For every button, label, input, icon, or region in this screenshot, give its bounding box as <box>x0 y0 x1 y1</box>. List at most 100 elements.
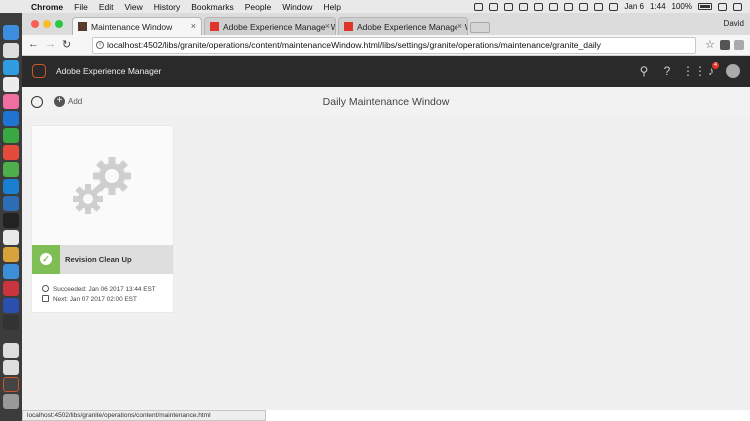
action-bar: + Add Daily Maintenance Window <box>22 87 750 117</box>
dropbox-icon[interactable] <box>489 2 499 11</box>
notification-count-badge: 4 <box>712 62 719 69</box>
card-title-bar: ✓ Revision Clean Up <box>32 245 173 274</box>
screen-record-icon[interactable] <box>474 2 484 11</box>
close-tab-icon[interactable]: × <box>456 21 462 31</box>
messages-icon[interactable] <box>3 128 19 143</box>
app-icon[interactable] <box>3 179 19 194</box>
menu-bookmarks[interactable]: Bookmarks <box>191 2 234 12</box>
menubar-status-area: Jan 6 1:44 100% <box>474 0 742 13</box>
menu-file[interactable]: File <box>74 2 88 12</box>
zoom-window-icon[interactable] <box>55 20 63 28</box>
mac-menubar: Chrome File Edit View History Bookmarks … <box>0 0 750 13</box>
close-tab-icon[interactable]: × <box>324 21 330 31</box>
trash-icon[interactable] <box>3 394 19 409</box>
aem-favicon-icon <box>78 22 87 31</box>
tab-title: Maintenance Window <box>91 22 173 32</box>
textedit-icon[interactable] <box>3 230 19 245</box>
user-icon[interactable] <box>609 2 619 11</box>
app-icon[interactable] <box>3 298 19 313</box>
help-icon[interactable]: ? <box>660 64 674 78</box>
succeeded-info: Succeeded: Jan 06 2017 13:44 EST <box>42 285 156 293</box>
url-text: localhost:4502/libs/granite/operations/c… <box>107 40 601 50</box>
menu-app[interactable]: Chrome <box>31 2 63 12</box>
adobe-favicon-icon <box>344 22 353 31</box>
calendar-icon[interactable] <box>3 77 19 92</box>
back-arrow-icon[interactable]: ← <box>28 38 39 50</box>
launchpad-icon[interactable] <box>3 43 19 58</box>
terminal-icon[interactable] <box>3 213 19 228</box>
next-run-info: Next: Jan 07 2017 02:00 EST <box>42 295 137 303</box>
safari-icon[interactable] <box>3 60 19 75</box>
aem-logo-icon[interactable] <box>32 64 46 78</box>
aem-icon[interactable] <box>3 377 19 392</box>
app-icon[interactable] <box>3 145 19 160</box>
finder-icon[interactable] <box>3 25 19 40</box>
menubar-date[interactable]: Jan 6 <box>624 2 644 11</box>
reload-icon[interactable]: ↻ <box>62 38 71 51</box>
app-icon[interactable] <box>3 264 19 279</box>
menu-history[interactable]: History <box>154 2 180 12</box>
wifi-icon[interactable] <box>564 2 574 11</box>
search-icon[interactable]: ⚲ <box>637 64 651 78</box>
browser-toolbar: ← → ↻ i localhost:4502/libs/granite/oper… <box>22 35 750 56</box>
menu-people[interactable]: People <box>245 2 271 12</box>
card-title[interactable]: Revision Clean Up <box>65 255 132 264</box>
app-icon[interactable] <box>3 196 19 211</box>
menu-view[interactable]: View <box>124 2 142 12</box>
tab-title: Adobe Experience Manager W <box>357 22 468 32</box>
calendar-icon <box>42 295 49 302</box>
creative-cloud-icon[interactable] <box>519 2 529 11</box>
close-window-icon[interactable] <box>31 20 39 28</box>
checkmark-icon: ✓ <box>40 253 52 265</box>
forward-arrow-icon[interactable]: → <box>45 38 56 50</box>
browser-tabstrip: Maintenance Window × Adobe Experience Ma… <box>22 13 750 35</box>
aem-header: Adobe Experience Manager ⚲ ? ⋮⋮ ♪ 4 <box>22 56 750 87</box>
cloud-icon[interactable] <box>504 2 514 11</box>
app-icon[interactable] <box>3 247 19 262</box>
status-bar-url: localhost:4502/libs/granite/operations/c… <box>22 410 266 421</box>
tab-aem-2[interactable]: Adobe Experience Manager W × <box>338 17 468 35</box>
volume-icon[interactable] <box>579 2 589 11</box>
time-machine-icon[interactable] <box>534 2 544 11</box>
menu-edit[interactable]: Edit <box>99 2 114 12</box>
bluetooth-icon[interactable] <box>549 2 559 11</box>
info-icon[interactable]: i <box>96 41 104 49</box>
page-title: Daily Maintenance Window <box>322 96 450 108</box>
profile-name[interactable]: David <box>724 19 744 28</box>
maintenance-task-card[interactable]: ✓ Revision Clean Up Succeeded: Jan 06 20… <box>32 126 173 312</box>
notification-center-icon[interactable] <box>733 2 742 11</box>
product-name[interactable]: Adobe Experience Manager <box>56 66 161 76</box>
address-bar[interactable]: i localhost:4502/libs/granite/operations… <box>92 37 696 54</box>
bookmark-star-icon[interactable]: ☆ <box>705 38 715 51</box>
terminal-icon[interactable] <box>3 315 19 330</box>
battery-icon[interactable] <box>698 3 712 10</box>
next-run-text: Next: Jan 07 2017 02:00 EST <box>53 296 137 303</box>
menu-window[interactable]: Window <box>282 2 312 12</box>
itunes-icon[interactable] <box>3 94 19 109</box>
chrome-icon[interactable] <box>3 162 19 177</box>
new-tab-button[interactable] <box>470 22 490 33</box>
card-thumbnail <box>32 126 173 245</box>
menubar-time[interactable]: 1:44 <box>650 2 666 11</box>
clock-icon <box>42 285 49 292</box>
close-tab-icon[interactable]: × <box>191 21 196 31</box>
document-icon[interactable] <box>3 343 19 358</box>
dock <box>0 13 22 421</box>
outlook-icon[interactable] <box>3 111 19 126</box>
creative-cloud-icon[interactable] <box>3 281 19 296</box>
tab-aem-1[interactable]: Adobe Experience Manager W × <box>204 17 336 35</box>
minimize-window-icon[interactable] <box>43 20 51 28</box>
document-icon[interactable] <box>3 360 19 375</box>
succeeded-text: Succeeded: Jan 06 2017 13:44 EST <box>53 286 156 293</box>
gears-icon <box>73 157 131 214</box>
battery-percent[interactable]: 100% <box>672 2 692 11</box>
status-indicator: ✓ <box>32 245 60 274</box>
tab-maintenance-window[interactable]: Maintenance Window × <box>72 17 202 35</box>
flag-icon[interactable] <box>594 2 604 11</box>
extension-icon[interactable] <box>720 40 730 50</box>
extension-icon[interactable] <box>734 40 744 50</box>
spotlight-icon[interactable] <box>718 2 727 11</box>
menu-help[interactable]: Help <box>323 2 340 12</box>
solutions-grid-icon[interactable]: ⋮⋮ <box>682 64 706 78</box>
user-avatar[interactable] <box>726 64 740 78</box>
